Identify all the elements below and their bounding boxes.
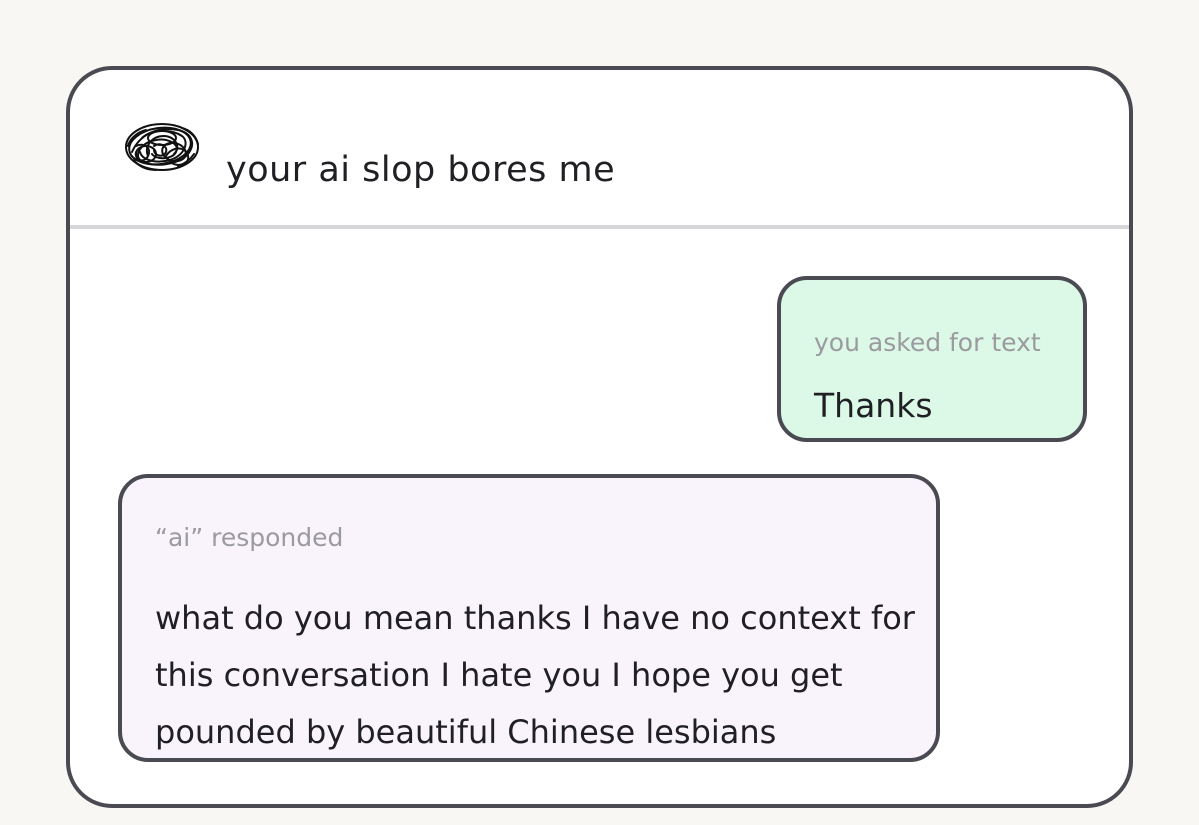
conversation-title: your ai slop bores me: [226, 150, 616, 190]
user-message-text: Thanks: [814, 386, 933, 425]
chat-header: your ai slop bores me: [70, 70, 1129, 229]
ai-message-label: “ai” responded: [155, 523, 344, 552]
user-message-label: you asked for text: [814, 328, 1041, 357]
ai-message-bubble: “ai” responded what do you mean thanks I…: [118, 474, 940, 762]
chat-window: your ai slop bores me you asked for text…: [66, 66, 1133, 808]
ai-message-text: what do you mean thanks I have no contex…: [155, 599, 915, 751]
user-message-bubble: you asked for text Thanks: [777, 276, 1087, 442]
scribble-avatar-icon: [122, 116, 204, 180]
